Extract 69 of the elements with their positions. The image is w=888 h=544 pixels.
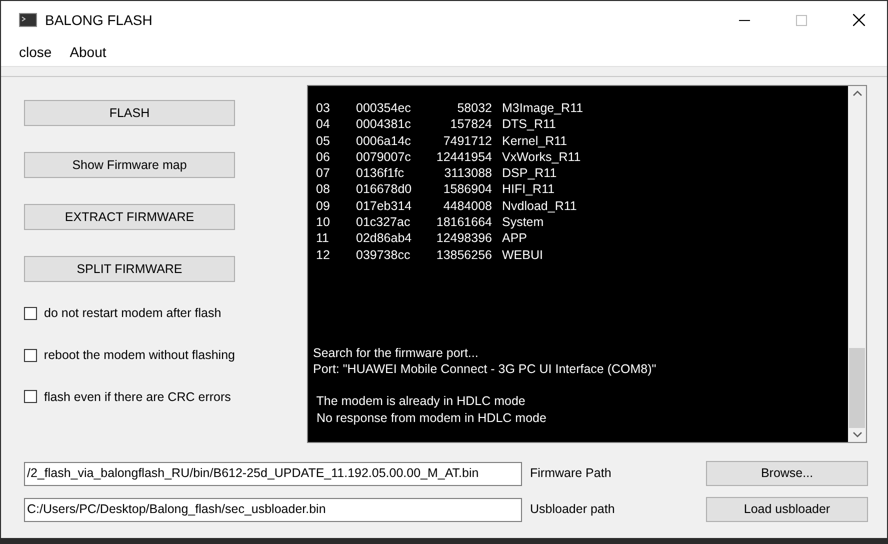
log-cell-text: 016678d0 [355, 181, 413, 198]
log-cell-text: 06 [315, 148, 331, 166]
log-line: Search for the firmware port... [313, 344, 480, 362]
checkbox-label: do not restart modem after flash [44, 305, 222, 322]
log-line: The modem is already in HDLC mode [315, 393, 526, 410]
log-cell-text: 11 [315, 230, 330, 247]
log-cell-text: 58032 [456, 100, 493, 116]
path-button[interactable]: Load usbloader [706, 497, 868, 522]
menu-item[interactable]: About [70, 42, 106, 63]
log-cell-text: 01c327ac [355, 214, 412, 230]
checkbox[interactable] [24, 348, 37, 362]
action-button[interactable]: Show Firmware map [24, 152, 235, 178]
log-cell-text: 4484008 [442, 198, 493, 214]
log-cell-text: 3113088 [443, 165, 493, 182]
checkbox[interactable] [24, 390, 37, 404]
scroll-up-icon[interactable] [852, 90, 862, 96]
log-cell-text: 039738cc [355, 246, 412, 263]
action-button[interactable]: SPLIT FIRMWARE [24, 256, 235, 282]
menu-item[interactable]: close [19, 42, 52, 63]
log-cell-text: 09 [315, 198, 331, 214]
checkbox[interactable] [24, 306, 37, 320]
log-cell-text: 0136f1fc [355, 165, 405, 182]
log-cell-text: Nvdload_R11 [502, 198, 578, 214]
log-cell-text: APP [502, 230, 528, 247]
close-icon[interactable] [853, 14, 865, 26]
log-cell-text: System [502, 214, 545, 230]
window-title: BALONG FLASH [45, 10, 152, 30]
scroll-down-icon[interactable] [852, 432, 862, 438]
path-button[interactable]: Browse... [706, 461, 868, 486]
log-cell-text: 0006a14c [355, 132, 412, 149]
log-cell-text: 18161664 [435, 214, 493, 230]
log-cell-text: 12 [315, 246, 331, 263]
log-cell-text: VxWorks_R11 [502, 148, 582, 166]
action-button[interactable]: EXTRACT FIRMWARE [24, 204, 235, 230]
log-cell-text: M3Image_R11 [502, 100, 584, 116]
checkbox-label: flash even if there are CRC errors [44, 388, 231, 406]
log-cell-text: 13856256 [435, 246, 493, 263]
terminal-icon [19, 13, 37, 27]
field-label: Usbloader path [530, 501, 616, 518]
log-line: Port: "HUAWEI Mobile Connect - 3G PC UI Interface (COM8)" [313, 361, 658, 378]
log-cell-text: 017eb314 [355, 198, 413, 214]
log-cell-text: 05 [315, 132, 331, 149]
path-field[interactable]: /2_flash_via_balongflash_RU/bin/B612-25d_UPDATE_11.192.05.00.00_M_AT.bin [24, 462, 522, 486]
log-cell-text: 08 [315, 181, 331, 198]
checkbox-label: reboot the modem without flashing [44, 346, 235, 364]
log-cell-text: 07 [315, 165, 331, 182]
log-cell-text: 0079007c [355, 148, 412, 166]
log-cell-text: 000354ec [355, 100, 412, 116]
log-cell-text: 7491712 [442, 132, 493, 149]
log-cell-text: 1586904 [442, 181, 493, 198]
scrollbar[interactable] [848, 86, 866, 442]
scroll-thumb[interactable] [849, 348, 865, 428]
log-cell-text: WEBUI [502, 246, 544, 263]
log-cell-text: Kernel_R11 [502, 132, 568, 149]
log-cell-text: 157824 [449, 116, 493, 133]
log-cell-text: 12441954 [435, 148, 493, 166]
log-cell-text: HIFI_R11 [502, 181, 556, 198]
log-cell-text: 03 [315, 100, 331, 116]
action-button[interactable]: FLASH [24, 100, 235, 126]
log-cell-text: DTS_R11 [502, 116, 557, 133]
path-field[interactable]: C:/Users/PC/Desktop/Balong_flash/sec_usbloader.bin [24, 498, 522, 522]
log-cell-text: 12498396 [435, 230, 493, 247]
log-cell-text: 0004381c [355, 116, 412, 133]
log-cell-text: 02d86ab4 [355, 230, 413, 247]
log-line: No response from modem in HDLC mode [315, 410, 548, 426]
field-label: Firmware Path [530, 465, 612, 482]
log-cell-text: 10 [315, 214, 331, 230]
log-cell-text: 04 [315, 116, 331, 133]
log-cell-text: DSP_R11 [502, 165, 558, 182]
